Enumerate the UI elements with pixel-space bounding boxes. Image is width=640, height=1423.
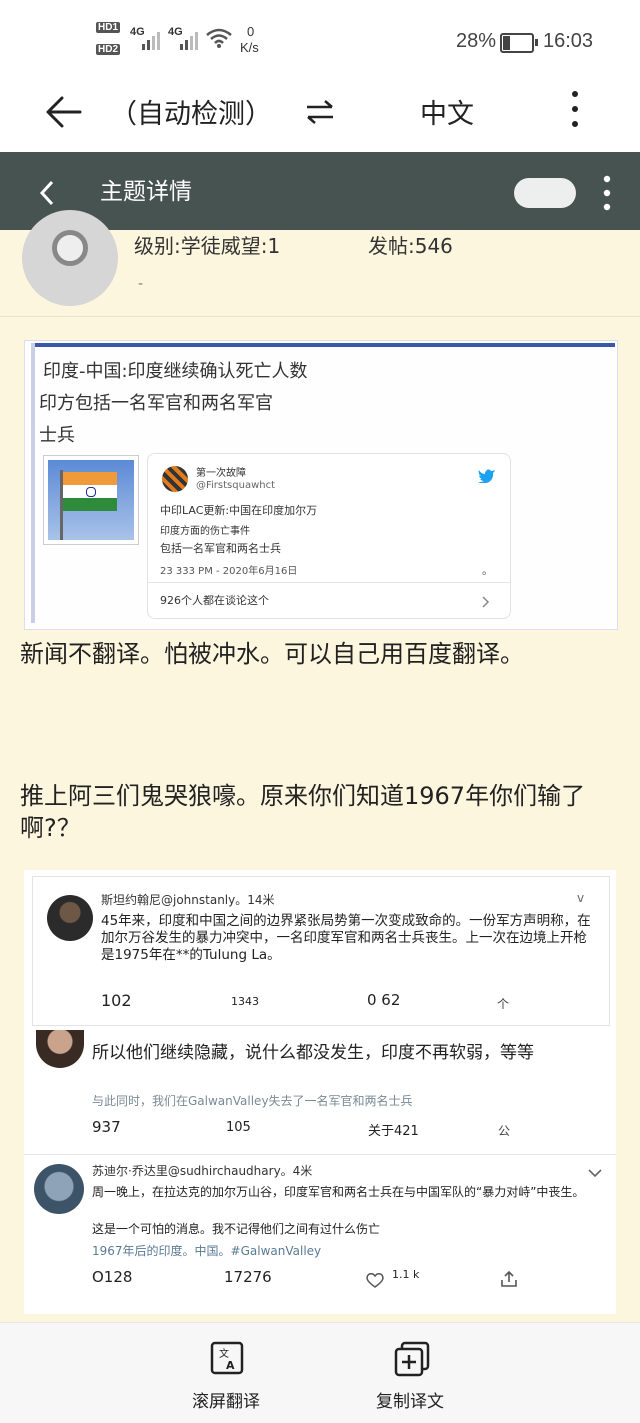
like-count[interactable]: 0 62 — [367, 991, 400, 1009]
tweet-body: 这是一个可怕的消息。我不记得他们之间有过什么伤亡 — [92, 1222, 381, 1236]
twitter-bird-icon — [478, 469, 495, 483]
account-handle: @Firstsquawhct — [196, 480, 276, 491]
tweet-menu-chevron[interactable]: v — [577, 891, 584, 905]
tweet-image-2[interactable]: 斯坦约翰尼@johnstanly。14米 v 45年来，印度和中国之间的边界紧张… — [24, 870, 616, 1314]
more-vertical-icon[interactable] — [568, 88, 582, 130]
copy-add-icon — [394, 1341, 430, 1377]
heart-icon[interactable] — [366, 1272, 384, 1288]
tweet-tags: 1967年后的印度。中国。#GalwanValley — [92, 1244, 322, 1258]
copy-translation-label: 复制译文 — [376, 1392, 444, 1412]
tweet-body-line: 包括一名军官和两名士兵 — [160, 542, 281, 555]
user-level: 级别:学徒威望:1 — [134, 234, 281, 258]
user-info: 级别:学徒威望:1 发帖:546 - — [0, 210, 640, 317]
embedded-tweet[interactable]: 第一次故障 @Firstsquawhct 中印LAC更新:中国在印度加尔万 印度… — [147, 453, 511, 619]
header-action-pill[interactable] — [514, 178, 576, 208]
tweet-time: 23 333 PM - 2020年6月16日 — [160, 566, 298, 577]
tweet-author: 苏迪尔·乔达里@sudhirchaudhary。4米 — [92, 1164, 313, 1178]
status-bar: HD1 HD2 4G 4G 0 K/s 28% 16:03 — [0, 0, 640, 78]
avatar[interactable] — [22, 210, 118, 306]
account-name: 第一次故障 — [196, 468, 246, 479]
translate-icon: 文A — [210, 1341, 244, 1375]
tweet-author: 斯坦约翰尼@johnstanly。14米 — [101, 893, 275, 907]
share-glyph[interactable]: 公 — [498, 1122, 510, 1139]
reply-count[interactable]: 937 — [92, 1118, 121, 1136]
target-language-selector[interactable]: 中文 — [420, 92, 474, 131]
tweet-card: 苏迪尔·乔达里@sudhirchaudhary。4米 周一晚上，在拉达克的加尔万… — [24, 1156, 616, 1306]
copy-translation-button[interactable]: 复制译文 — [366, 1337, 462, 1417]
clock: 16:03 — [543, 30, 594, 52]
like-count[interactable]: 关于421 — [368, 1120, 419, 1139]
wifi-icon — [206, 28, 232, 48]
account-avatar — [162, 466, 188, 492]
tweet-body-line: 印度方面的伤亡事件 — [160, 526, 250, 537]
discussion-count: 926个人都在谈论这个 — [160, 594, 269, 607]
signal-icon — [142, 32, 160, 50]
back-arrow-icon[interactable] — [44, 92, 84, 132]
tweet-body-line: 中印LAC更新:中国在印度加尔万 — [160, 504, 318, 517]
chevron-left-icon[interactable] — [38, 180, 56, 206]
reply-count[interactable]: 102 — [101, 991, 132, 1010]
tweet-subtext: 与此同时，我们在GalwanValley失去了一名军官和两名士兵 — [92, 1094, 413, 1108]
bottom-toolbar: 文A 滚屏翻译 复制译文 — [0, 1322, 640, 1423]
chevron-down-icon[interactable] — [588, 1168, 602, 1178]
post-paragraph: 新闻不翻译。怕被冲水。可以自己用百度翻译。 — [20, 640, 524, 668]
post-paragraph: 推上阿三们鬼哭狼嚎。原来你们知道1967年你们输了啊?？ — [20, 782, 586, 842]
scroll-translate-button[interactable]: 文A 滚屏翻译 — [180, 1337, 276, 1417]
user-dash: - — [138, 276, 144, 292]
swap-arrows-icon[interactable] — [304, 98, 336, 126]
translation-bar: （自动检测） 中文 — [0, 78, 640, 152]
tweet-image-1[interactable]: 印度-中国:印度继续确认死亡人数 印方包括一名军官和两名军官 士兵 第一次故障 … — [24, 340, 618, 630]
tweet-card: 斯坦约翰尼@johnstanly。14米 v 45年来，印度和中国之间的边界紧张… — [32, 876, 610, 1026]
tweet-line: 印方包括一名军官和两名军官 — [39, 393, 273, 414]
tweet-body: 45年来，印度和中国之间的边界紧张局势第一次变成致命的。一份军方声明称，在加尔万… — [101, 913, 591, 963]
retweet-count[interactable]: 17276 — [224, 1268, 272, 1286]
retweet-count[interactable]: 105 — [226, 1120, 251, 1135]
hd1-badge: HD1 — [96, 22, 121, 33]
avatar — [47, 895, 93, 941]
reply-count[interactable]: O128 — [92, 1268, 132, 1286]
page-title: 主题详情 — [100, 179, 192, 205]
chevron-right-icon[interactable] — [482, 596, 490, 608]
tweet-card: 所以他们继续隐藏，说什么都没发生，印度不再软弱，等等 与此同时，我们在Galwa… — [24, 1028, 616, 1152]
tweet-heading: 印度-中国:印度继续确认死亡人数 — [43, 361, 308, 382]
tweet-body: 周一晚上，在拉达克的加尔万山谷，印度军官和两名士兵在与中国军队的“暴力对峙”中丧… — [92, 1185, 585, 1199]
share-glyph[interactable]: 个 — [497, 995, 509, 1012]
retweet-count[interactable]: 1343 — [231, 995, 259, 1008]
svg-text:A: A — [226, 1359, 235, 1372]
avatar — [34, 1164, 84, 1214]
tweet-body: 所以他们继续隐藏，说什么都没发生，印度不再软弱，等等 — [92, 1043, 534, 1063]
india-flag-image — [43, 455, 139, 545]
signal-icon — [180, 32, 198, 50]
tweet-dot: 。 — [482, 564, 493, 577]
like-count[interactable]: 1.1 k — [392, 1268, 419, 1281]
avatar — [36, 1030, 84, 1068]
hd2-badge: HD2 — [96, 44, 121, 55]
battery-percent: 28% — [456, 30, 497, 52]
share-icon[interactable] — [500, 1270, 518, 1288]
net-speed-value: 0 — [247, 24, 255, 39]
post-count: 发帖:546 — [368, 234, 453, 258]
scroll-translate-label: 滚屏翻译 — [192, 1392, 260, 1412]
source-language-selector[interactable]: （自动检测） — [110, 92, 272, 131]
more-vertical-icon[interactable] — [600, 174, 614, 212]
net-speed-unit: K/s — [240, 40, 259, 55]
tweet-line: 士兵 — [39, 425, 75, 446]
battery-icon — [500, 33, 538, 53]
